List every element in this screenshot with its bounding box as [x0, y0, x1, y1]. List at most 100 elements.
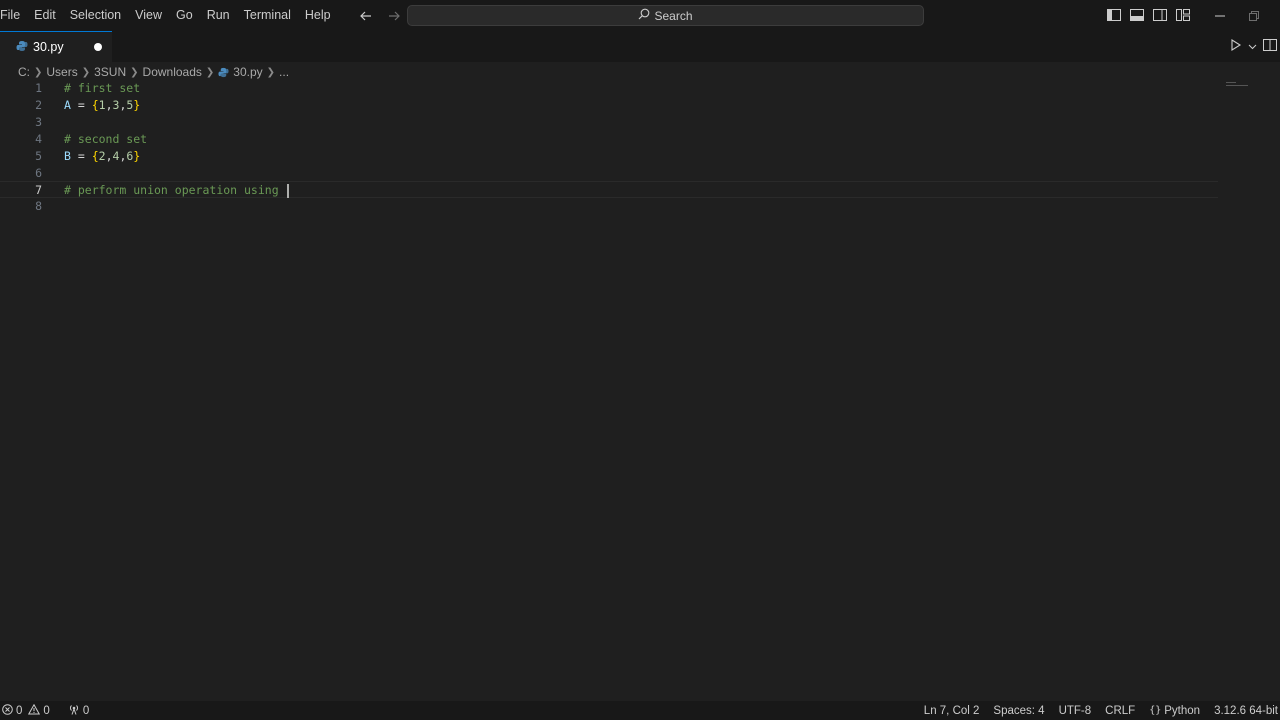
code-text: B = {2,4,6} — [64, 148, 140, 165]
split-editor-icon[interactable] — [1263, 38, 1277, 55]
code-line[interactable]: 8 — [0, 198, 1218, 215]
operator-token: = — [70, 149, 92, 163]
indentation[interactable]: Spaces: 4 — [993, 701, 1044, 720]
cursor-position[interactable]: Ln 7, Col 2 — [924, 701, 980, 720]
chevron-right-icon: ❯ — [81, 66, 91, 78]
menu-file[interactable]: File — [0, 0, 27, 31]
code-text: # perform union operation using — [64, 182, 289, 199]
menu-terminal[interactable]: Terminal — [237, 0, 298, 31]
line-number: 5 — [35, 149, 42, 163]
line-number: 2 — [35, 98, 42, 112]
customize-layout-icon[interactable] — [1175, 6, 1191, 24]
error-count: 0 — [16, 704, 23, 717]
variable-token: B — [64, 149, 71, 163]
navigation-arrows — [356, 6, 404, 26]
menu-run[interactable]: Run — [200, 0, 237, 31]
ports-count: 0 — [82, 704, 90, 717]
search-icon — [638, 8, 650, 23]
run-python-file-icon[interactable] — [1230, 38, 1242, 55]
breadcrumb: C: ❯ Users ❯ 3SUN ❯ Downloads ❯ 30.py ❯ … — [18, 64, 289, 80]
code-text: A = {1,3,5} — [64, 97, 140, 114]
line-number: 1 — [35, 81, 42, 95]
chevron-right-icon: ❯ — [266, 66, 276, 78]
code-text: # first set — [64, 81, 141, 95]
menu-view[interactable]: View — [128, 0, 169, 31]
operator-token: = — [70, 98, 92, 112]
code-editor[interactable]: 1 # first set 2 A = {1,3,5} 3 4 # second… — [0, 80, 1280, 701]
file-encoding[interactable]: UTF-8 — [1059, 701, 1092, 720]
status-bar: 0 0 0 Ln 7, Col 2 Spaces: 4 UTF-8 CRLF {… — [0, 701, 1280, 720]
brace-token: { — [91, 98, 99, 112]
menu-go[interactable]: Go — [169, 0, 200, 31]
text-cursor — [286, 183, 289, 198]
problems-status[interactable]: 0 0 — [2, 701, 50, 720]
menu-help[interactable]: Help — [298, 0, 338, 31]
line-number: 3 — [35, 115, 42, 129]
breadcrumb-users[interactable]: Users — [46, 65, 77, 79]
code-line-current[interactable]: 7 # perform union operation using — [0, 181, 1218, 198]
warning-icon — [28, 703, 41, 718]
breadcrumb-downloads[interactable]: Downloads — [143, 65, 202, 79]
end-of-line[interactable]: CRLF — [1105, 701, 1135, 720]
python-file-icon — [218, 67, 229, 78]
line-number: 7 — [35, 183, 42, 197]
brace-token: { — [91, 149, 99, 163]
tab-30-py[interactable]: 30.py — [0, 31, 112, 62]
code-line[interactable]: 3 — [0, 114, 1218, 131]
line-number: 4 — [35, 132, 42, 146]
number-token: 2 — [98, 149, 106, 163]
chevron-right-icon: ❯ — [34, 66, 43, 78]
brace-token: } — [133, 98, 141, 112]
code-line[interactable]: 5 B = {2,4,6} — [0, 148, 1218, 165]
chevron-down-icon[interactable] — [1248, 40, 1257, 54]
menu-selection[interactable]: Selection — [63, 0, 128, 31]
chevron-right-icon: ❯ — [205, 66, 215, 78]
code-line[interactable]: 2 A = {1,3,5} — [0, 97, 1218, 114]
line-number: 8 — [35, 199, 42, 213]
braces-icon: {} — [1149, 705, 1162, 716]
status-left: 0 0 0 — [2, 701, 89, 720]
language-mode[interactable]: {} Python — [1149, 701, 1200, 720]
minimize-icon[interactable] — [1203, 0, 1237, 31]
restore-icon[interactable] — [1237, 0, 1271, 31]
broadcast-icon — [68, 704, 80, 718]
layout-controls — [1106, 6, 1191, 24]
ports-status[interactable]: 0 — [68, 701, 89, 720]
window-controls — [1203, 0, 1271, 31]
forward-arrow-icon[interactable] — [384, 6, 404, 26]
warning-count: 0 — [43, 704, 50, 717]
variable-token: A — [64, 98, 71, 112]
brace-token: } — [133, 149, 141, 163]
editor-actions — [1230, 38, 1277, 55]
menu-edit[interactable]: Edit — [27, 0, 63, 31]
comma-token: , — [105, 98, 113, 112]
title-bar: File Edit Selection View Go Run Terminal… — [0, 0, 1280, 31]
toggle-panel-icon[interactable] — [1129, 6, 1145, 24]
unsaved-changes-dot-icon[interactable] — [94, 43, 102, 51]
editor-tab-bar: 30.py — [0, 31, 1280, 62]
line-number: 6 — [35, 166, 42, 180]
status-right: Ln 7, Col 2 Spaces: 4 UTF-8 CRLF {} Pyth… — [924, 701, 1278, 720]
minimap[interactable] — [1226, 82, 1248, 90]
breadcrumb-user-folder[interactable]: 3SUN — [94, 65, 126, 79]
comma-token: , — [105, 149, 113, 163]
code-line[interactable]: 4 # second set — [0, 131, 1218, 148]
breadcrumb-symbols[interactable]: ... — [279, 65, 289, 79]
code-text: # second set — [64, 132, 148, 146]
tab-filename: 30.py — [33, 40, 64, 54]
code-line[interactable]: 1 # first set — [0, 80, 1218, 97]
breadcrumb-drive[interactable]: C: — [18, 65, 30, 79]
toggle-secondary-sidebar-icon[interactable] — [1152, 6, 1168, 24]
search-label: Search — [654, 8, 693, 23]
python-file-icon — [16, 40, 28, 55]
number-token: 1 — [98, 98, 106, 112]
toggle-primary-sidebar-icon[interactable] — [1106, 6, 1122, 24]
error-icon — [2, 703, 13, 718]
command-center-search[interactable]: Search — [407, 5, 924, 26]
back-arrow-icon[interactable] — [356, 6, 376, 26]
code-line[interactable]: 6 — [0, 165, 1218, 182]
comment-text: # perform union operation using — [64, 183, 286, 197]
breadcrumb-file[interactable]: 30.py — [233, 65, 262, 79]
python-interpreter[interactable]: 3.12.6 64-bit — [1214, 701, 1278, 720]
chevron-right-icon: ❯ — [130, 66, 139, 78]
